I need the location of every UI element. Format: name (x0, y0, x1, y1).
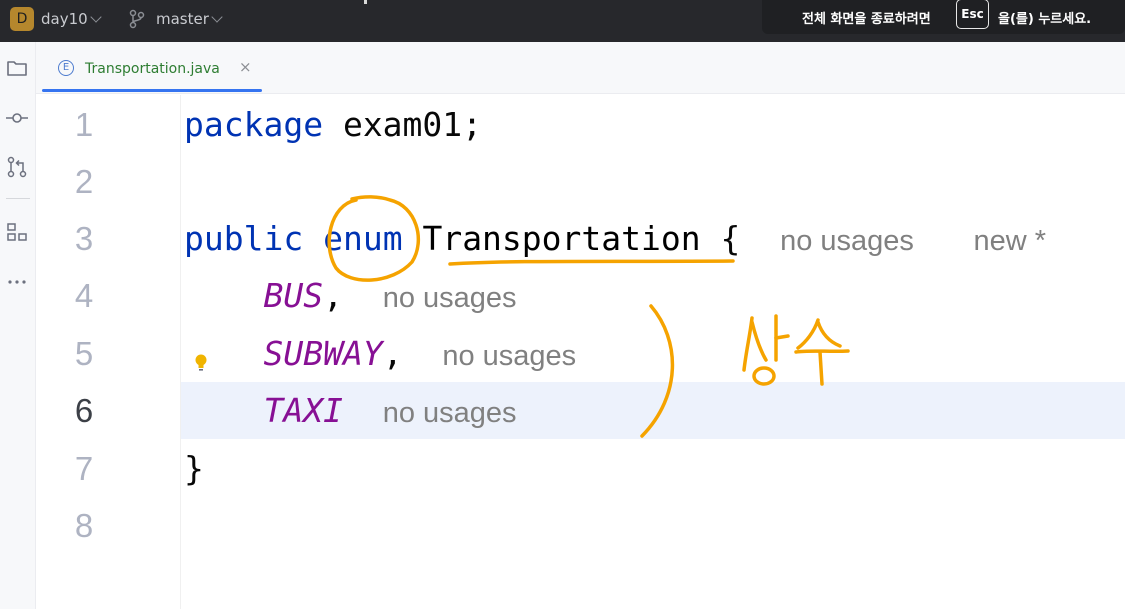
more-icon[interactable] (4, 270, 30, 294)
line-number: 8 (74, 507, 94, 544)
code-line-6[interactable]: TAXI no usages (184, 382, 517, 439)
open-brace: { (700, 219, 741, 258)
branch-name[interactable]: master (156, 10, 209, 28)
pull-request-icon[interactable] (4, 155, 30, 179)
package-name: exam01; (323, 105, 483, 144)
enum-constant-subway: SUBWAY (263, 334, 383, 373)
line-number: 4 (74, 277, 94, 314)
branch-chevron-down-icon[interactable] (211, 11, 223, 23)
enum-type-name: Transportation (422, 219, 701, 258)
line-number-current: 6 (74, 392, 94, 429)
left-toolbar (0, 42, 36, 609)
commit-icon[interactable] (4, 106, 30, 130)
keyword-enum: enum (323, 219, 403, 258)
project-badge[interactable]: D (10, 7, 34, 31)
tab-label[interactable]: Transportation.java (85, 61, 220, 77)
close-icon[interactable]: × (239, 58, 252, 76)
folder-icon[interactable] (4, 56, 30, 80)
code-line-4[interactable]: BUS, no usages (184, 267, 517, 324)
branch-icon[interactable] (129, 9, 145, 29)
line-number: 7 (74, 450, 94, 487)
fullscreen-notice-text: 전체 화면을 종료하려면 (802, 12, 931, 27)
keyword-public: public (184, 219, 304, 258)
tab-transportation-java[interactable]: E Transportation.java × (42, 42, 262, 94)
enum-constant-bus: BUS (263, 276, 324, 315)
keyword-package: package (184, 105, 324, 144)
line-number: 5 (74, 335, 94, 372)
code-line-5[interactable]: SUBWAY, no usages (184, 325, 576, 382)
structure-icon[interactable] (4, 220, 30, 244)
comma: , (323, 276, 343, 315)
usages-hint[interactable]: no usages (383, 397, 517, 429)
project-name[interactable]: day10 (41, 10, 88, 28)
usages-hint[interactable]: no usages (383, 282, 517, 314)
close-brace: } (184, 449, 204, 488)
fullscreen-notice-text-after: 을(를) 누르세요. (998, 12, 1092, 27)
author-hint[interactable]: new * (974, 225, 1047, 257)
usages-hint[interactable]: no usages (442, 340, 576, 372)
comma: , (382, 334, 403, 373)
code-editor[interactable]: 1 2 3 4 5 6 7 8 package exam01; public e… (36, 95, 1125, 609)
line-number: 2 (74, 163, 94, 200)
active-tab-indicator (42, 89, 262, 92)
enum-constant-taxi: TAXI (263, 391, 343, 430)
code-line-1[interactable]: package exam01; (184, 96, 482, 153)
project-chevron-down-icon[interactable] (90, 11, 102, 23)
line-number: 3 (74, 220, 94, 257)
title-bar: D day10 master 전체 화면을 종료하려면 Esc 을(를) 누르세… (0, 0, 1125, 42)
line-number: 1 (74, 106, 94, 143)
enum-file-icon: E (58, 60, 74, 76)
toolbar-separator (6, 198, 30, 199)
code-line-7[interactable]: } (184, 440, 204, 497)
editor-tab-bar: E Transportation.java × (36, 42, 1125, 94)
fullscreen-notice: 전체 화면을 종료하려면 Esc 을(를) 누르세요. (762, 0, 1125, 34)
esc-key: Esc (956, 0, 989, 29)
code-line-3[interactable]: public enum Transportation { no usages n… (184, 210, 1046, 267)
gutter-separator (180, 95, 181, 609)
title-fragment (364, 0, 367, 4)
usages-hint[interactable]: no usages (780, 225, 914, 257)
